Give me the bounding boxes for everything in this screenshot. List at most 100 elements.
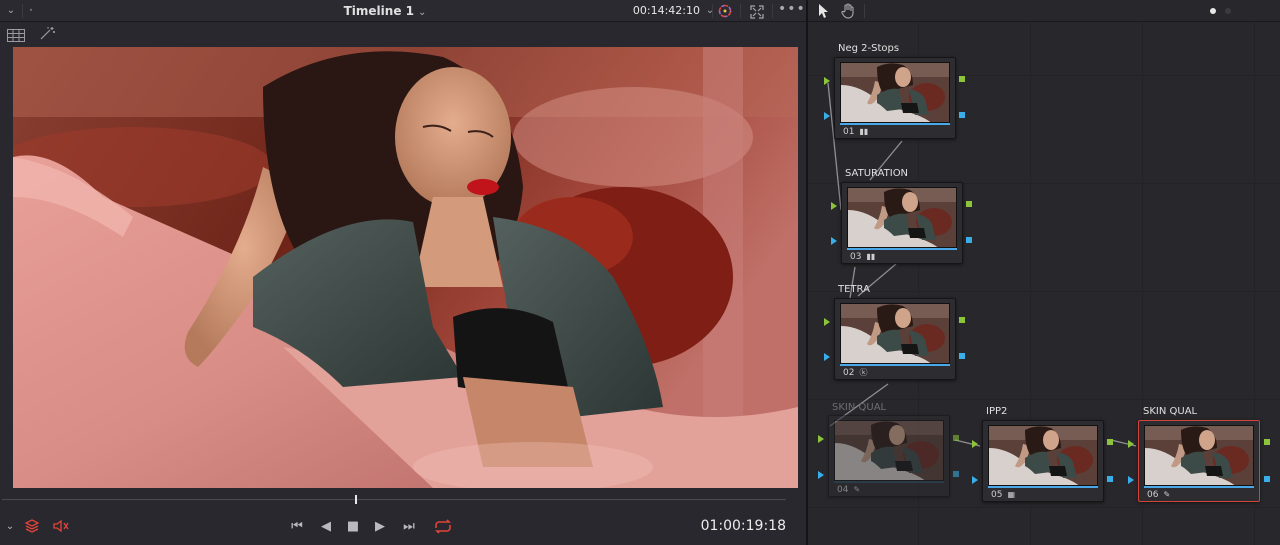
node-number: 04 bbox=[837, 485, 849, 495]
node-number: 02 bbox=[843, 368, 855, 378]
small-dot-icon: • bbox=[28, 6, 34, 15]
node-key-input-port[interactable] bbox=[818, 471, 824, 479]
node-thumbnail bbox=[1144, 425, 1254, 486]
node-rgb-input-port[interactable] bbox=[818, 435, 824, 443]
node-key-input-port[interactable] bbox=[1128, 476, 1134, 484]
node-key-input-port[interactable] bbox=[824, 353, 830, 361]
node-02[interactable]: 02 ⓚ bbox=[834, 298, 956, 380]
pointer-tool-icon[interactable] bbox=[818, 3, 830, 19]
skip-to-end-icon[interactable]: ⏭ bbox=[398, 508, 420, 545]
node-rgb-output-port[interactable] bbox=[953, 435, 959, 441]
viewer-image bbox=[13, 47, 798, 488]
node-number-area: 06 ✎ bbox=[1147, 489, 1170, 501]
node-rgb-input-port[interactable] bbox=[831, 202, 837, 210]
node-04[interactable]: 04 ✎ bbox=[828, 415, 950, 497]
magic-wand-icon[interactable] bbox=[39, 26, 57, 41]
timeline-scrubber[interactable] bbox=[0, 490, 806, 506]
transport-controls: ⌄ ⏮ ◀ ■ ▶ ⏭ 01:00:19:18 bbox=[0, 508, 806, 545]
histogram-icon: ▮▮ bbox=[866, 252, 876, 261]
node-number: 06 bbox=[1147, 490, 1159, 500]
grid-icon: ▦ bbox=[1007, 490, 1016, 499]
node-number: 05 bbox=[991, 490, 1003, 500]
node-number-area: 05 ▦ bbox=[991, 489, 1015, 501]
scrubber-track[interactable] bbox=[2, 499, 786, 500]
node-key-input-port[interactable] bbox=[831, 237, 837, 245]
node-editor[interactable]: Neg 2-Stops 01 ▮▮ SATURATION 03 ▮▮ TETRA 0… bbox=[808, 0, 1280, 545]
node-rgb-output-port[interactable] bbox=[966, 201, 972, 207]
circle-k-icon: ⓚ bbox=[859, 368, 868, 377]
node-key-output-port[interactable] bbox=[1264, 476, 1270, 482]
node-rgb-output-port[interactable] bbox=[959, 76, 965, 82]
node-rgb-input-port[interactable] bbox=[1128, 440, 1134, 448]
node-label: Neg 2-Stops bbox=[838, 43, 900, 54]
node-editor-toolbar bbox=[808, 0, 1280, 22]
node-key-output-port[interactable] bbox=[953, 471, 959, 477]
node-number-area: 01 ▮▮ bbox=[843, 126, 868, 138]
node-03[interactable]: 03 ▮▮ bbox=[841, 182, 963, 264]
viewer-options-chevron-icon[interactable]: ⌄ bbox=[2, 0, 20, 22]
node-number: 01 bbox=[843, 127, 855, 137]
playhead[interactable] bbox=[354, 495, 357, 504]
node-thumbnail bbox=[988, 425, 1098, 486]
viewer-subbar bbox=[0, 22, 806, 46]
node-rgb-input-port[interactable] bbox=[824, 77, 830, 85]
transport-options-chevron-icon[interactable]: ⌄ bbox=[3, 508, 17, 545]
clip-grid-icon[interactable] bbox=[7, 27, 25, 42]
node-thumbnail bbox=[840, 62, 950, 123]
node-thumbnail bbox=[834, 420, 944, 481]
node-05[interactable]: 05 ▦ bbox=[982, 420, 1104, 502]
layers-icon[interactable] bbox=[24, 518, 40, 534]
mute-icon[interactable] bbox=[52, 518, 70, 534]
chevron-down-icon: ⌄ bbox=[418, 7, 427, 18]
viewer-topbar: ⌄ • Timeline 1 ⌄ 00:14:42:10 ⌄ ••• bbox=[0, 0, 806, 22]
node-label: TETRA bbox=[838, 284, 870, 295]
eyedropper-icon: ✎ bbox=[853, 485, 861, 494]
video-frame[interactable] bbox=[13, 47, 798, 488]
node-rgb-input-port[interactable] bbox=[824, 318, 830, 326]
play-reverse-icon[interactable]: ◀ bbox=[316, 508, 336, 545]
node-rgb-output-port[interactable] bbox=[1264, 439, 1270, 445]
node-rgb-input-port[interactable] bbox=[972, 440, 978, 448]
node-key-output-port[interactable] bbox=[959, 353, 965, 359]
toolbar-divider bbox=[712, 4, 713, 18]
node-thumbnail bbox=[840, 303, 950, 364]
node-number: 03 bbox=[850, 252, 862, 262]
timecode-options-chevron-icon[interactable]: ⌄ bbox=[704, 0, 716, 22]
node-key-output-port[interactable] bbox=[1107, 476, 1113, 482]
timeline-selector[interactable]: Timeline 1 ⌄ bbox=[330, 0, 440, 22]
histogram-icon: ▮▮ bbox=[859, 127, 869, 136]
toolbar-divider bbox=[772, 4, 773, 18]
node-06[interactable]: 06 ✎ bbox=[1138, 420, 1260, 502]
node-key-input-port[interactable] bbox=[972, 476, 978, 484]
node-rgb-output-port[interactable] bbox=[1107, 439, 1113, 445]
node-status-bar bbox=[847, 248, 957, 250]
node-number-area: 03 ▮▮ bbox=[850, 251, 875, 263]
node-key-input-port[interactable] bbox=[824, 112, 830, 120]
page-dot-active[interactable] bbox=[1210, 8, 1216, 14]
node-key-output-port[interactable] bbox=[959, 112, 965, 118]
viewer-panel: ⌄ • Timeline 1 ⌄ 00:14:42:10 ⌄ ••• ⌄ ⏮ ◀… bbox=[0, 0, 806, 545]
toolbar-divider bbox=[22, 4, 23, 18]
skip-to-start-icon[interactable]: ⏮ bbox=[286, 508, 308, 545]
more-options-icon[interactable]: ••• bbox=[778, 0, 805, 18]
toolbar-divider bbox=[864, 4, 865, 18]
node-status-bar bbox=[840, 364, 950, 366]
page-dot-inactive[interactable] bbox=[1225, 8, 1231, 14]
node-status-bar bbox=[834, 481, 944, 483]
node-status-bar bbox=[1144, 486, 1254, 488]
loop-icon[interactable] bbox=[432, 519, 454, 534]
node-label: IPP2 bbox=[986, 406, 1008, 417]
node-label: SKIN QUAL bbox=[832, 402, 887, 413]
stop-icon[interactable]: ■ bbox=[343, 508, 363, 545]
node-number-area: 04 ✎ bbox=[837, 484, 860, 496]
source-timecode: 00:14:42:10 bbox=[632, 4, 700, 17]
fullscreen-icon[interactable] bbox=[750, 4, 764, 19]
node-status-bar bbox=[988, 486, 1098, 488]
node-rgb-output-port[interactable] bbox=[959, 317, 965, 323]
hand-tool-icon[interactable] bbox=[840, 3, 856, 19]
node-key-output-port[interactable] bbox=[966, 237, 972, 243]
color-wheel-icon[interactable] bbox=[716, 3, 734, 19]
node-01[interactable]: 01 ▮▮ bbox=[834, 57, 956, 139]
play-icon[interactable]: ▶ bbox=[370, 508, 390, 545]
eyedropper-icon: ✎ bbox=[1163, 490, 1171, 499]
